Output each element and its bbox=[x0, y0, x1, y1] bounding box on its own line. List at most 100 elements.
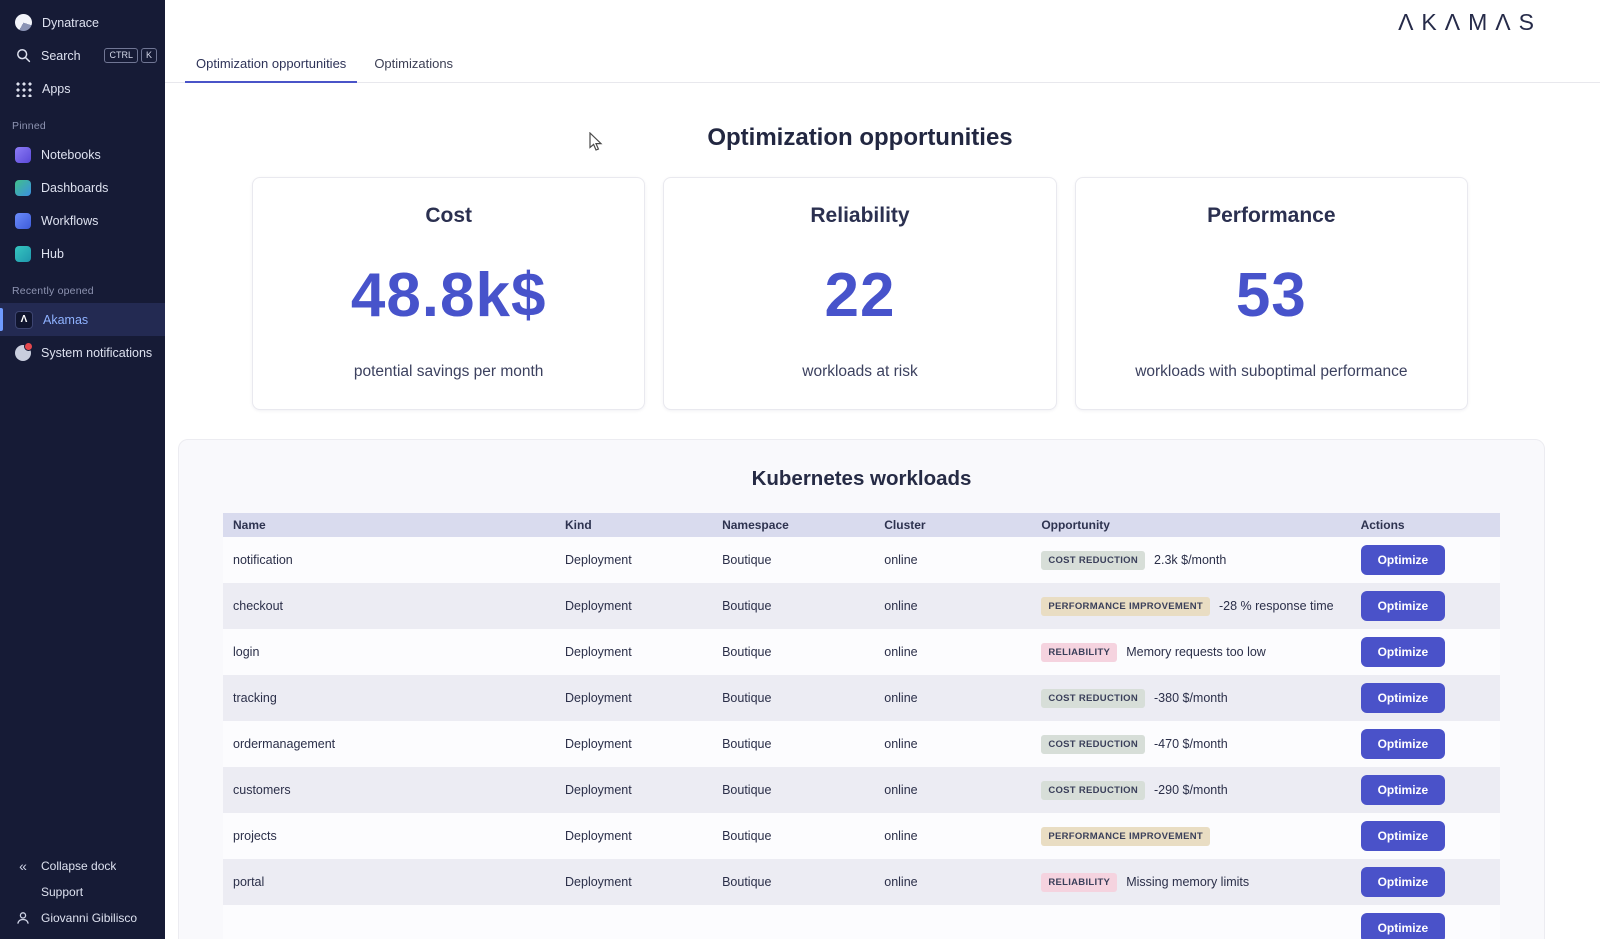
cell-kind: Deployment bbox=[555, 859, 712, 905]
tab[interactable]: Optimizations bbox=[363, 45, 464, 83]
apps-grid-icon bbox=[15, 80, 32, 97]
recent-list: Akamas System notifications bbox=[0, 303, 165, 369]
table-row: login Deployment Boutique online RELIABI… bbox=[223, 629, 1500, 675]
collapse-dock-button[interactable]: « Collapse dock bbox=[0, 853, 165, 879]
sidebar-pinned-item[interactable]: Dashboards bbox=[0, 171, 165, 204]
cell-namespace: Boutique bbox=[712, 583, 874, 629]
card-value: 22 bbox=[825, 228, 896, 363]
notebooks-icon bbox=[15, 147, 31, 163]
cell-actions: Optimize bbox=[1351, 537, 1500, 583]
table-header-row: Name Kind Namespace Cluster Opportunity … bbox=[223, 513, 1500, 537]
opportunity-detail: 2.3k $/month bbox=[1154, 553, 1226, 567]
opportunity-detail: -380 $/month bbox=[1154, 691, 1228, 705]
support-button[interactable]: Support bbox=[0, 879, 165, 905]
cell-actions: Optimize bbox=[1351, 767, 1500, 813]
optimize-button[interactable]: Optimize bbox=[1361, 913, 1446, 939]
optimize-button[interactable]: Optimize bbox=[1361, 867, 1446, 897]
card-title: Performance bbox=[1207, 204, 1335, 228]
sidebar-recent-item[interactable]: Akamas bbox=[0, 303, 165, 336]
cell-actions: Optimize bbox=[1351, 675, 1500, 721]
table-row: tracking Deployment Boutique online COST… bbox=[223, 675, 1500, 721]
cell-cluster: online bbox=[874, 859, 1031, 905]
pinned-item-label: Hub bbox=[41, 247, 64, 261]
cell-namespace: Boutique bbox=[712, 629, 874, 675]
cell-kind: Deployment bbox=[555, 537, 712, 583]
workloads-table: Name Kind Namespace Cluster Opportunity … bbox=[223, 513, 1500, 939]
cell-opportunity bbox=[1031, 905, 1350, 939]
card-subtitle: workloads at risk bbox=[802, 363, 917, 381]
table-row: notification Deployment Boutique online … bbox=[223, 537, 1500, 583]
brand-label: Dynatrace bbox=[42, 16, 99, 30]
cell-kind bbox=[555, 905, 712, 939]
cell-namespace: Boutique bbox=[712, 859, 874, 905]
opportunity-badge: PERFORMANCE IMPROVEMENT bbox=[1041, 597, 1210, 616]
user-menu[interactable]: Giovanni Gibilisco bbox=[0, 905, 165, 931]
optimize-button[interactable]: Optimize bbox=[1361, 591, 1446, 621]
cell-namespace: Boutique bbox=[712, 721, 874, 767]
table-row: projects Deployment Boutique online PERF… bbox=[223, 813, 1500, 859]
opportunity-badge: COST REDUCTION bbox=[1041, 781, 1145, 800]
sidebar-item-apps[interactable]: Apps bbox=[0, 72, 165, 105]
card-value: 53 bbox=[1236, 228, 1307, 363]
kbd-k: K bbox=[141, 48, 157, 63]
tab-bar: Optimization opportunities Optimizations bbox=[165, 45, 1600, 83]
cell-cluster: online bbox=[874, 629, 1031, 675]
column-header: Cluster bbox=[874, 513, 1031, 537]
opportunity-detail: Missing memory limits bbox=[1126, 875, 1249, 889]
card-subtitle: potential savings per month bbox=[354, 363, 544, 381]
table-body: notification Deployment Boutique online … bbox=[223, 537, 1500, 939]
search-label: Search bbox=[41, 49, 81, 63]
column-header: Namespace bbox=[712, 513, 874, 537]
optimize-button[interactable]: Optimize bbox=[1361, 545, 1446, 575]
user-name-label: Giovanni Gibilisco bbox=[41, 911, 137, 925]
opportunity-badge: RELIABILITY bbox=[1041, 873, 1117, 892]
tab[interactable]: Optimization opportunities bbox=[185, 45, 357, 83]
cell-opportunity: RELIABILITY Memory requests too low bbox=[1031, 629, 1350, 675]
cell-actions: Optimize bbox=[1351, 629, 1500, 675]
pinned-list: Notebooks Dashboards Workflows Hub bbox=[0, 138, 165, 270]
cell-actions: Optimize bbox=[1351, 905, 1500, 939]
table-row: checkout Deployment Boutique online PERF… bbox=[223, 583, 1500, 629]
sidebar-footer: « Collapse dock Support Giovanni Gibilis… bbox=[0, 853, 165, 939]
workloads-title: Kubernetes workloads bbox=[223, 440, 1500, 513]
cell-opportunity: RELIABILITY Missing memory limits bbox=[1031, 859, 1350, 905]
opportunity-badge: PERFORMANCE IMPROVEMENT bbox=[1041, 827, 1210, 846]
summary-card: Performance 53 workloads with suboptimal… bbox=[1075, 177, 1468, 410]
cell-cluster: online bbox=[874, 583, 1031, 629]
sidebar-pinned-item[interactable]: Notebooks bbox=[0, 138, 165, 171]
column-header: Name bbox=[223, 513, 555, 537]
cell-namespace: Boutique bbox=[712, 537, 874, 583]
cell-cluster: online bbox=[874, 537, 1031, 583]
card-subtitle: workloads with suboptimal performance bbox=[1135, 363, 1407, 381]
cell-cluster: online bbox=[874, 767, 1031, 813]
sidebar-recent-item[interactable]: System notifications bbox=[0, 336, 165, 369]
table-row: ordermanagement Deployment Boutique onli… bbox=[223, 721, 1500, 767]
recent-item-label: System notifications bbox=[41, 346, 152, 360]
optimize-button[interactable]: Optimize bbox=[1361, 821, 1446, 851]
cell-name: notification bbox=[223, 537, 555, 583]
topbar: ΛKΛMΛS bbox=[165, 0, 1600, 45]
cell-actions: Optimize bbox=[1351, 813, 1500, 859]
cell-name: projects bbox=[223, 813, 555, 859]
optimize-button[interactable]: Optimize bbox=[1361, 683, 1446, 713]
support-label: Support bbox=[41, 885, 83, 899]
optimize-button[interactable]: Optimize bbox=[1361, 775, 1446, 805]
cell-name: checkout bbox=[223, 583, 555, 629]
sidebar-pinned-item[interactable]: Workflows bbox=[0, 204, 165, 237]
summary-cards: Cost 48.8k$ potential savings per month … bbox=[252, 177, 1468, 410]
cell-kind: Deployment bbox=[555, 583, 712, 629]
collapse-dock-label: Collapse dock bbox=[41, 859, 116, 873]
hub-icon bbox=[15, 246, 31, 262]
sidebar-pinned-item[interactable]: Hub bbox=[0, 237, 165, 270]
optimize-button[interactable]: Optimize bbox=[1361, 729, 1446, 759]
card-title: Cost bbox=[425, 204, 472, 228]
sidebar-item-search[interactable]: Search CTRL K bbox=[0, 39, 165, 72]
pinned-item-label: Dashboards bbox=[41, 181, 108, 195]
cell-name: ordermanagement bbox=[223, 721, 555, 767]
opportunity-badge: COST REDUCTION bbox=[1041, 735, 1145, 754]
cell-actions: Optimize bbox=[1351, 721, 1500, 767]
apps-label: Apps bbox=[42, 82, 71, 96]
cell-namespace: Boutique bbox=[712, 767, 874, 813]
optimize-button[interactable]: Optimize bbox=[1361, 637, 1446, 667]
sidebar-item-dynatrace[interactable]: Dynatrace bbox=[0, 6, 165, 39]
